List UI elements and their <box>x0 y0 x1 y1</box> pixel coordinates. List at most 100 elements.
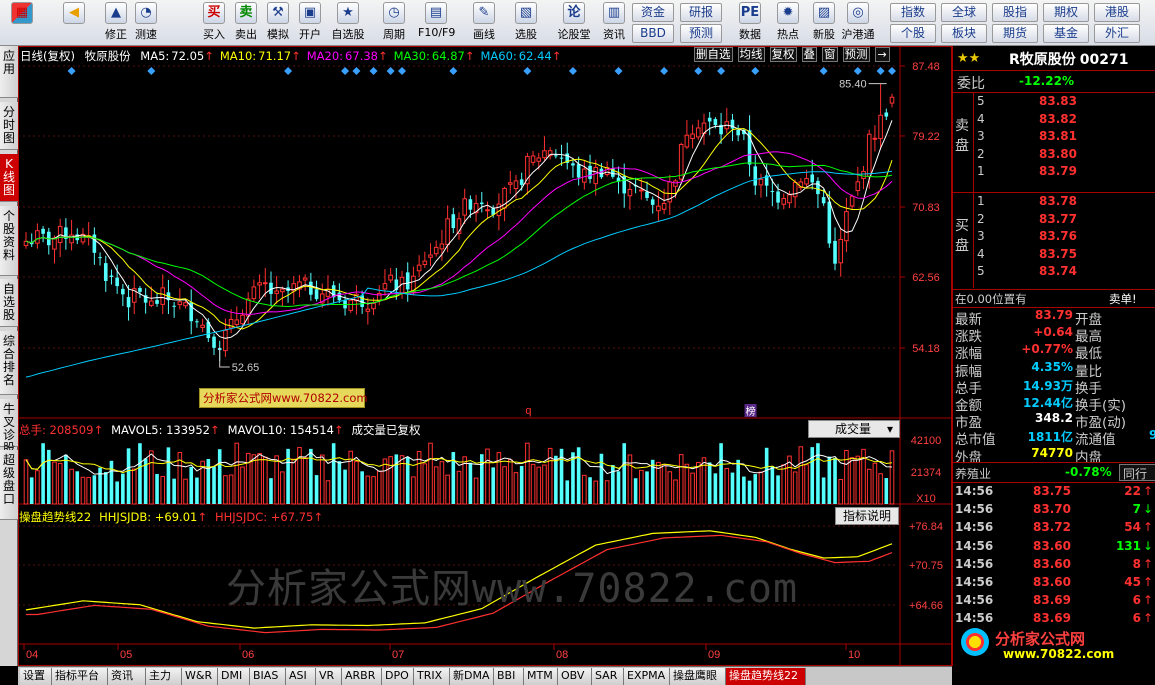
indicator-tab-9[interactable]: ARBR <box>342 668 382 685</box>
toolbar-button-18[interactable]: ◎ 沪港通 <box>840 2 876 44</box>
toolbar-button-17[interactable]: ▨ 新股 <box>806 2 842 44</box>
toolbar-button-11[interactable]: ✎ 画线 <box>466 2 502 44</box>
event-diamond[interactable] <box>568 67 577 75</box>
left-tab-7[interactable]: 超 级 盘 口 <box>0 450 18 520</box>
event-diamond[interactable] <box>876 67 885 75</box>
buy-price[interactable]: 83.76 <box>1039 229 1077 243</box>
event-diamond[interactable] <box>523 67 532 75</box>
event-diamond[interactable] <box>888 67 896 75</box>
toolbar-button-6[interactable]: ⚒ 模拟 <box>260 2 296 44</box>
indicator-tab-18[interactable]: 操盘鹰眼 <box>670 668 726 685</box>
left-tab-0[interactable]: 应 用 <box>0 46 18 98</box>
left-tab-3[interactable]: 个 股 资 料 <box>0 206 18 276</box>
indicator-tab-15[interactable]: OBV <box>558 668 592 685</box>
industry-tab[interactable]: 同行 <box>1119 464 1155 481</box>
buy-price[interactable]: 83.74 <box>1039 264 1077 278</box>
toolbar-button-14[interactable]: ▥ 资讯 <box>596 2 632 44</box>
event-diamond[interactable] <box>660 67 669 75</box>
event-diamond[interactable] <box>147 67 156 75</box>
indicator-tab-13[interactable]: BBI <box>494 668 524 685</box>
event-diamond[interactable] <box>386 67 395 75</box>
indicator-tab-12[interactable]: 新DMA <box>450 668 494 685</box>
indicator-tab-4[interactable]: W&R <box>182 668 218 685</box>
sell-price[interactable]: 83.80 <box>1039 147 1077 161</box>
buy-price[interactable]: 83.77 <box>1039 212 1077 226</box>
toolbar-button-0[interactable]: ▦ <box>2 2 42 44</box>
left-tab-6[interactable]: 牛 叉 诊 股 <box>0 399 18 455</box>
arrow-right-icon[interactable]: → <box>874 47 890 62</box>
indicator-help-button[interactable]: 指标说明 <box>835 507 899 525</box>
event-diamond[interactable] <box>449 67 458 75</box>
market-button-指数[interactable]: 指数 <box>890 3 936 22</box>
quick-button-研报[interactable]: 研报 <box>680 3 722 22</box>
indicator-tab-10[interactable]: DPO <box>382 668 414 685</box>
industry-name[interactable]: 养殖业 <box>955 465 991 482</box>
indicator-tab-5[interactable]: DMI <box>218 668 250 685</box>
quick-button-资金[interactable]: 资金 <box>632 3 674 22</box>
toolbar-button-9[interactable]: ◷ 周期 <box>376 2 412 44</box>
toolbar-button-8[interactable]: ★ 自选股 <box>330 2 366 44</box>
toolbar-button-13[interactable]: 论论股堂 <box>556 2 592 44</box>
left-tab-1[interactable]: 分 时 图 <box>0 102 18 150</box>
indicator-tab-3[interactable]: 主力 <box>146 668 182 685</box>
indicator-tab-2[interactable]: 资讯 <box>108 668 146 685</box>
buy-price[interactable]: 83.75 <box>1039 247 1077 261</box>
event-diamond[interactable] <box>284 67 293 75</box>
market-button-股指[interactable]: 股指 <box>992 3 1038 22</box>
indicator-tab-0[interactable]: 设置 <box>20 668 52 685</box>
toolbar-button-3[interactable]: ◔ 测速 <box>128 2 164 44</box>
sell-price[interactable]: 83.81 <box>1039 129 1077 143</box>
left-tab-5[interactable]: 综 合 排 名 <box>0 331 18 395</box>
chart-control-2[interactable]: 复权 <box>769 47 797 62</box>
indicator-tab-16[interactable]: SAR <box>592 668 624 685</box>
toolbar-button-1[interactable]: ◀ <box>54 2 94 44</box>
market-button-期权[interactable]: 期权 <box>1043 3 1089 22</box>
chart-control-0[interactable]: 删自选 <box>694 47 733 62</box>
sell-price[interactable]: 83.83 <box>1039 94 1077 108</box>
left-tab-4[interactable]: 自 选 股 <box>0 279 18 327</box>
event-diamond[interactable] <box>853 67 862 75</box>
volume-selector[interactable]: 成交量 ▾ <box>808 420 900 438</box>
toolbar-button-16[interactable]: ✹ 热点 <box>770 2 806 44</box>
indicator-tab-7[interactable]: ASI <box>286 668 316 685</box>
event-diamond[interactable] <box>352 67 361 75</box>
toolbar-button-7[interactable]: ▣ 开户 <box>292 2 328 44</box>
toolbar-button-12[interactable]: ▧ 选股 <box>508 2 544 44</box>
indicator-tab-6[interactable]: BIAS <box>250 668 286 685</box>
market-button-港股[interactable]: 港股 <box>1094 3 1140 22</box>
event-diamond[interactable] <box>67 67 76 75</box>
indicator-tab-14[interactable]: MTM <box>524 668 558 685</box>
market-button-基金[interactable]: 基金 <box>1043 24 1089 43</box>
sell-one-text[interactable]: 卖单! <box>1109 291 1137 307</box>
indicator-tab-1[interactable]: 指标平台 <box>52 668 108 685</box>
event-diamond[interactable] <box>717 67 726 75</box>
chart-control-4[interactable]: 窗 <box>822 47 838 62</box>
event-diamond[interactable] <box>369 67 378 75</box>
event-diamond[interactable] <box>398 67 407 75</box>
chart-control-5[interactable]: 预测 <box>842 47 870 62</box>
market-button-全球[interactable]: 全球 <box>941 3 987 22</box>
toolbar-button-10[interactable]: ▤ F10/F9 <box>418 2 455 44</box>
indicator-tab-11[interactable]: TRIX <box>414 668 450 685</box>
event-diamond[interactable] <box>694 67 703 75</box>
buy-price[interactable]: 83.78 <box>1039 194 1077 208</box>
toolbar-button-4[interactable]: 买买入 <box>196 2 232 44</box>
indicator-tab-8[interactable]: VR <box>316 668 342 685</box>
market-button-外汇[interactable]: 外汇 <box>1094 24 1140 43</box>
chart-control-1[interactable]: 均线 <box>737 47 765 62</box>
event-diamond[interactable] <box>614 67 623 75</box>
market-button-期货[interactable]: 期货 <box>992 24 1038 43</box>
sell-price[interactable]: 83.82 <box>1039 112 1077 126</box>
event-diamond[interactable] <box>341 67 350 75</box>
quick-button-预测[interactable]: 预测 <box>680 24 722 43</box>
market-button-个股[interactable]: 个股 <box>890 24 936 43</box>
indicator-tab-17[interactable]: EXPMA <box>624 668 670 685</box>
event-diamond[interactable] <box>819 67 828 75</box>
toolbar-button-5[interactable]: 卖卖出 <box>228 2 264 44</box>
event-diamond[interactable] <box>751 67 760 75</box>
indicator-tab-19[interactable]: 操盘趋势线22 <box>726 668 806 685</box>
sell-price[interactable]: 83.79 <box>1039 164 1077 178</box>
quick-button-BBD[interactable]: BBD <box>632 24 674 43</box>
left-tab-2[interactable]: K 线 图 <box>0 154 18 202</box>
toolbar-button-15[interactable]: PE 数据 <box>732 2 768 44</box>
